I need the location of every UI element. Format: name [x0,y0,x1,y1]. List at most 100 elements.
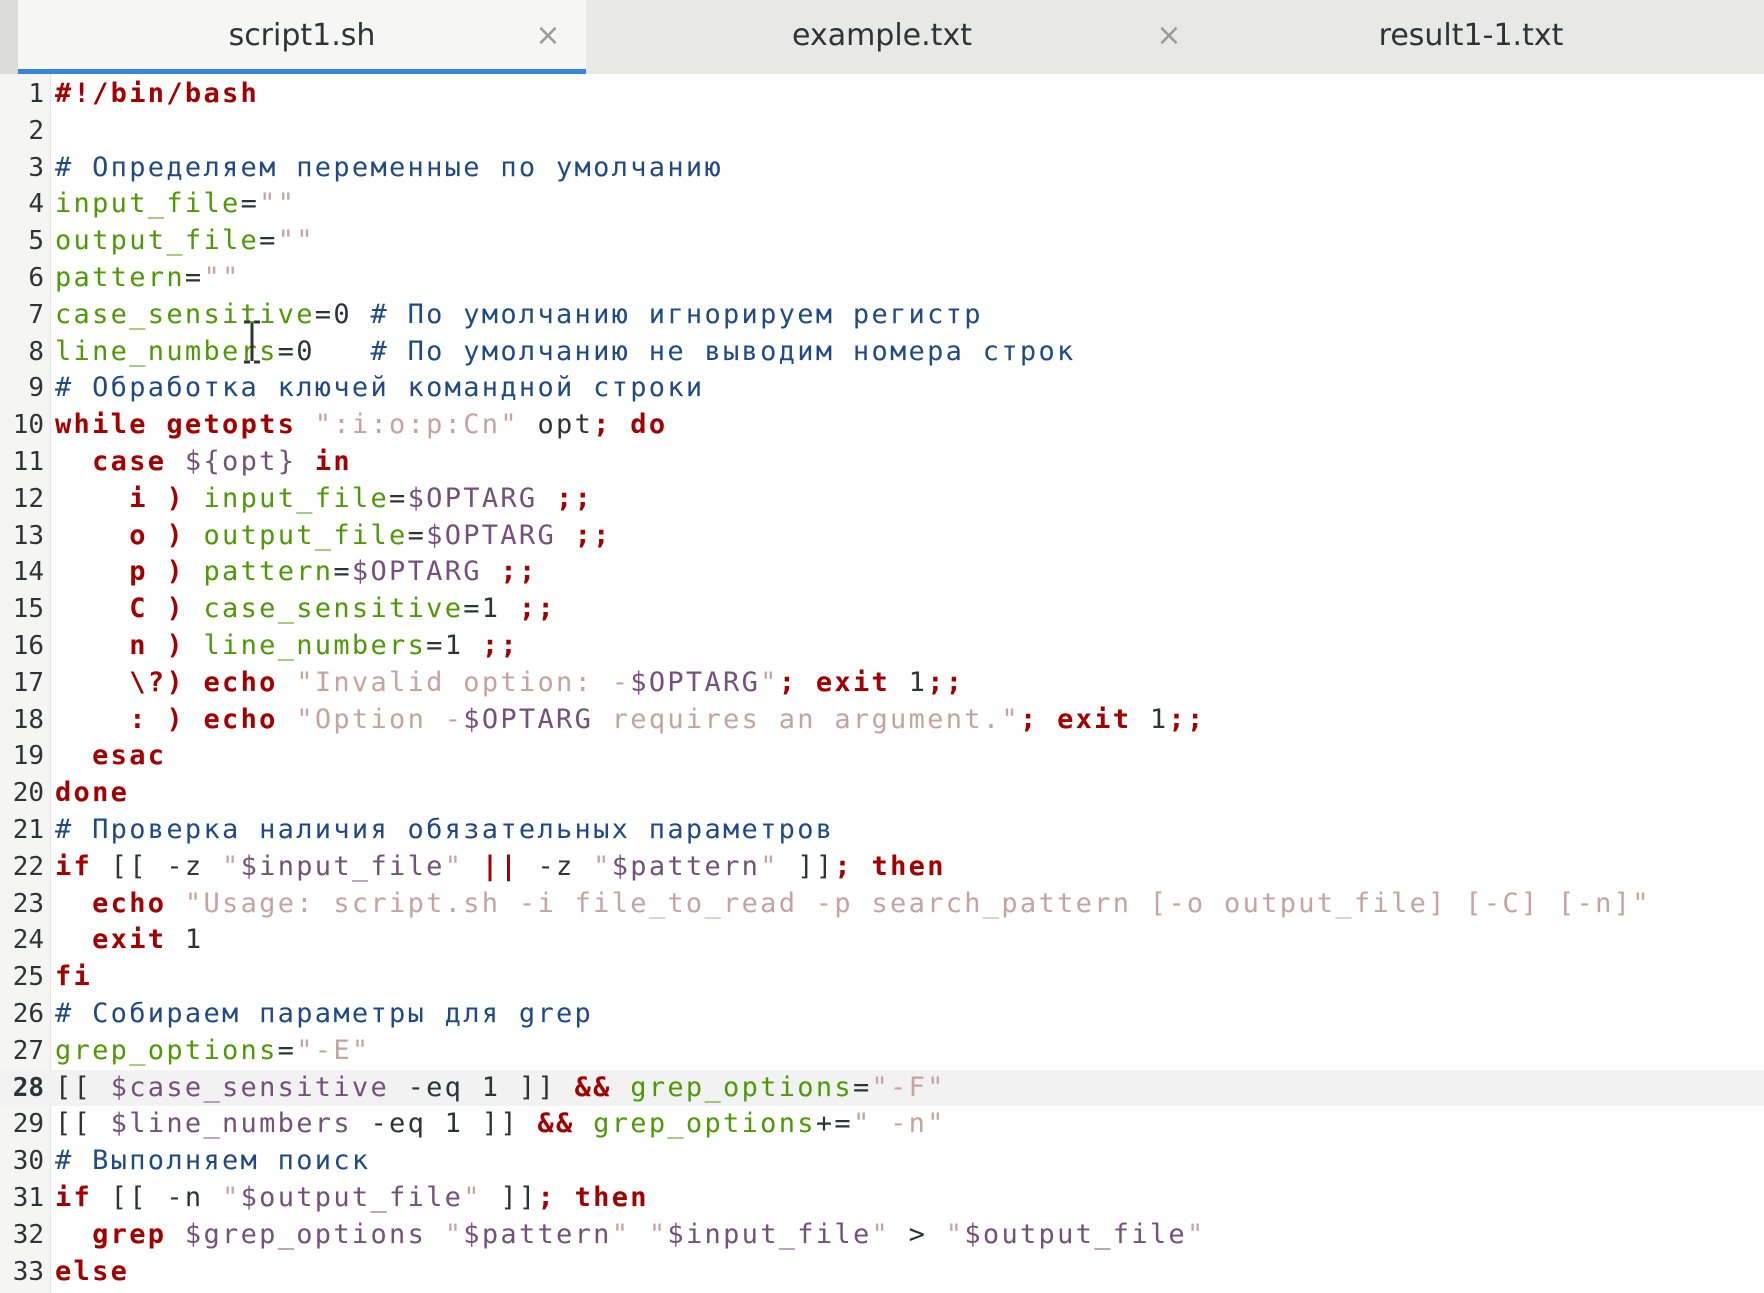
line-number: 19 [12,741,44,772]
line-number: 24 [12,925,44,956]
code-text[interactable]: grep_options="-E" [55,1033,370,1070]
code-line[interactable]: 9 # Обработка ключей командной строки [0,370,1764,407]
code-text[interactable]: p ) pattern=$OPTARG ;; [55,554,538,591]
tab-bar-edge [0,0,18,74]
code-text[interactable]: i ) input_file=$OPTARG ;; [55,481,593,518]
code-line[interactable]: 2 [0,113,1764,150]
code-text[interactable]: [[ $line_numbers -eq 1 ]] && grep_option… [55,1106,946,1143]
line-number: 8 [28,336,44,367]
line-number: 17 [12,667,44,698]
code-text[interactable]: grep $grep_options "$pattern" "$input_fi… [55,1217,1206,1254]
code-text[interactable]: n ) line_numbers=1 ;; [55,628,519,665]
line-number: 18 [12,704,44,735]
code-line[interactable]: 19 esac [0,738,1764,775]
code-text[interactable]: else [55,1254,129,1291]
code-line[interactable]: 17 \?) echo "Invalid option: -$OPTARG"; … [0,665,1764,702]
code-text[interactable]: case_sensitive=0 # По умолчанию игнориру… [55,297,983,334]
code-text[interactable]: pattern="" [55,260,241,297]
code-text[interactable]: # Собираем параметры для grep [55,996,593,1033]
line-number: 16 [12,631,44,661]
code-line[interactable]: 21 # Проверка наличия обязательных параме… [0,812,1764,849]
line-number: 21 [12,815,44,845]
code-text[interactable]: \?) echo "Invalid option: -$OPTARG"; exi… [55,665,964,702]
code-text[interactable]: #!/bin/bash [55,76,259,113]
code-line[interactable]: 30 # Выполняем поиск [0,1143,1764,1180]
line-number: 33 [12,1256,44,1287]
code-text[interactable]: case ${opt} in [55,444,352,481]
line-number: 31 [12,1183,44,1213]
code-line[interactable]: 5 output_file="" [0,223,1764,260]
code-text[interactable]: [[ $case_sensitive -eq 1 ]] && grep_opti… [55,1070,946,1107]
code-line[interactable]: 10 while getopts ":i:o:p:Cn" opt; do [0,407,1764,444]
code-text[interactable]: esac [55,738,166,775]
code-line[interactable]: 3 # Определяем переменные по умолчанию [0,150,1764,187]
tab-title-result1-1: result1-1.txt [1378,18,1564,53]
code-line[interactable]: 1 #!/bin/bash [0,76,1764,113]
code-line[interactable]: 6 pattern="" [0,260,1764,297]
code-line[interactable]: 33 else [0,1254,1764,1291]
tab-example[interactable]: example.txt × [586,0,1182,74]
line-number: 32 [12,1219,44,1250]
text-cursor-icon [244,320,260,364]
code-line[interactable]: 31 if [[ -n "$output_file" ]]; then [0,1180,1764,1217]
line-number: 15 [12,594,44,625]
code-text[interactable]: o ) output_file=$OPTARG ;; [55,518,612,555]
code-line[interactable]: 15 C ) case_sensitive=1 ;; [0,591,1764,628]
line-number: 9 [28,373,44,404]
line-number: 14 [12,557,44,588]
code-text[interactable]: C ) case_sensitive=1 ;; [55,591,556,628]
code-text[interactable]: if [[ -z "$input_file" || -z "$pattern" … [55,849,946,886]
line-number: 30 [12,1146,44,1177]
line-number: 3 [28,152,44,183]
line-number: 4 [28,189,44,220]
code-line[interactable]: 24 exit 1 [0,922,1764,959]
code-text[interactable]: : ) echo "Option -$OPTARG requires an ar… [55,702,1206,739]
code-text[interactable]: input_file="" [55,186,296,223]
code-line[interactable]: 13 o ) output_file=$OPTARG ;; [0,518,1764,555]
code-text[interactable]: # Определяем переменные по умолчанию [55,150,723,187]
code-line[interactable]: 4 input_file="" [0,186,1764,223]
code-text[interactable]: done [55,775,129,812]
code-line[interactable]: 26 # Собираем параметры для grep [0,996,1764,1033]
line-number: 12 [12,483,44,514]
code-text[interactable]: # Проверка наличия обязательных параметр… [55,812,834,849]
code-line[interactable]: 22 if [[ -z "$input_file" || -z "$pattern… [0,849,1764,886]
line-number: 10 [12,410,44,441]
tab-result1-1[interactable]: result1-1.txt [1178,0,1764,74]
code-line[interactable]: 20 done [0,775,1764,812]
code-line[interactable]: 32 grep $grep_options "$pattern" "$input… [0,1217,1764,1254]
tab-bar: script1.sh × example.txt × result1-1.txt [0,0,1764,75]
code-line[interactable]: 11 case ${opt} in [0,444,1764,481]
code-line[interactable]: 16 n ) line_numbers=1 ;; [0,628,1764,665]
code-line[interactable]: 18 : ) echo "Option -$OPTARG requires an… [0,702,1764,739]
code-text[interactable]: # Выполняем поиск [55,1143,370,1180]
code-line[interactable]: 14 p ) pattern=$OPTARG ;; [0,554,1764,591]
code-line[interactable]: 25 fi [0,959,1764,996]
code-line[interactable]: 12 i ) input_file=$OPTARG ;; [0,481,1764,518]
tab-title-example: example.txt [792,18,972,53]
code-line[interactable]: 29 [[ $line_numbers -eq 1 ]] && grep_opti… [0,1106,1764,1143]
line-number: 29 [12,1109,44,1140]
code-text[interactable]: exit 1 [55,922,203,959]
code-line[interactable]: 23 echo "Usage: script.sh -i file_to_rea… [0,886,1764,923]
code-text[interactable]: echo "Usage: script.sh -i file_to_read -… [55,886,1651,923]
code-text[interactable]: fi [55,959,92,996]
line-number: 26 [12,999,44,1029]
code-line[interactable]: 7 case_sensitive=0 # По умолчанию игнорир… [0,297,1764,334]
code-text[interactable]: # Обработка ключей командной строки [55,370,704,407]
line-number: 1 [28,79,44,109]
tab-script1[interactable]: script1.sh × [18,0,586,74]
tab-close-icon[interactable]: × [528,16,568,56]
code-line[interactable]: 27 grep_options="-E" [0,1033,1764,1070]
code-text[interactable]: while getopts ":i:o:p:Cn" opt; do [55,407,667,444]
code-line[interactable]: 8 line_numbers=0 # По умолчанию не выводи… [0,334,1764,371]
code-text[interactable]: output_file="" [55,223,315,260]
code-text[interactable]: if [[ -n "$output_file" ]]; then [55,1180,649,1217]
line-number: 23 [12,888,44,919]
code-editor[interactable]: 1 #!/bin/bash 2 3 # Определяем переменные по… [0,74,1764,1293]
code-text[interactable]: line_numbers=0 # По умолчанию не выводим… [55,334,1076,371]
line-number: 5 [28,226,44,257]
line-number: 11 [12,447,44,477]
line-number: 2 [28,115,44,146]
code-line[interactable]: 28 [[ $case_sensitive -eq 1 ]] && grep_op… [0,1069,1764,1107]
